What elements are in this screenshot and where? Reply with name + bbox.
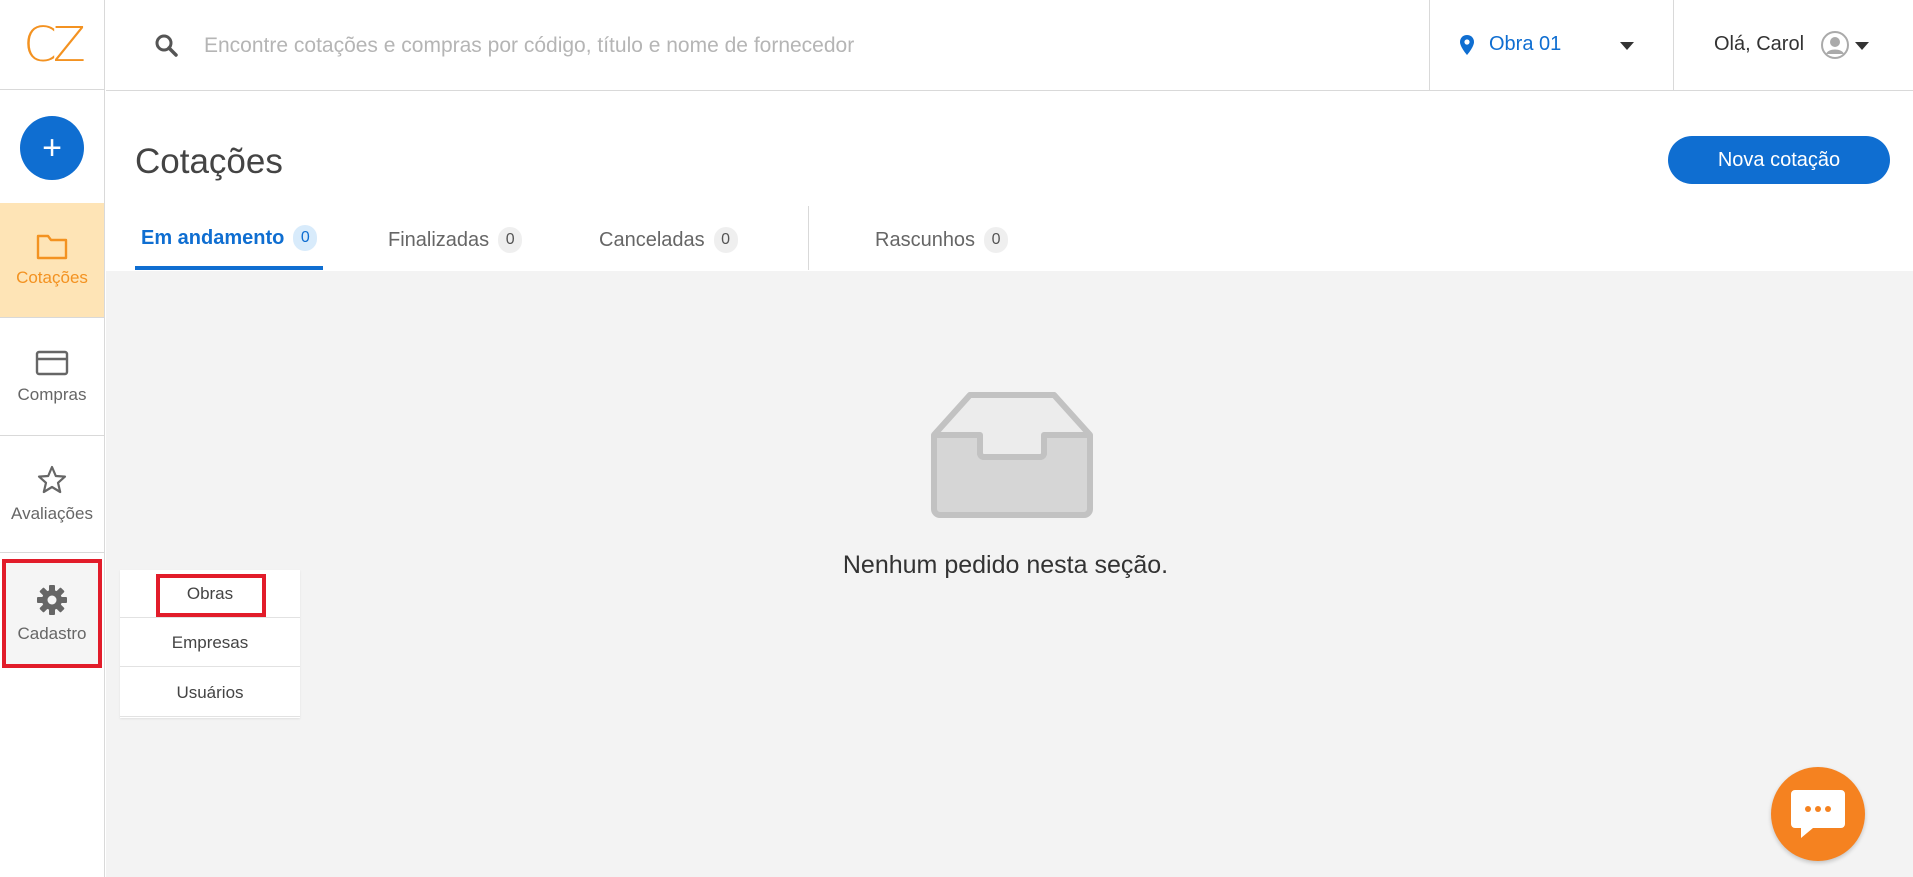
count-badge: 0 bbox=[713, 227, 738, 253]
count-badge: 0 bbox=[984, 227, 1009, 253]
obra-selector[interactable]: Obra 01 bbox=[1429, 0, 1673, 90]
map-pin-icon bbox=[1460, 35, 1474, 55]
search-input[interactable] bbox=[202, 24, 1406, 68]
folder-icon bbox=[36, 234, 68, 260]
sidebar-item-label: Cadastro bbox=[17, 623, 87, 643]
logo-text: CZ bbox=[23, 16, 85, 73]
count-badge: 0 bbox=[498, 227, 523, 253]
search-icon[interactable] bbox=[154, 33, 178, 57]
tab-finalizadas[interactable]: Finalizadas 0 bbox=[388, 210, 523, 270]
divider bbox=[0, 552, 104, 553]
tab-rascunhos[interactable]: Rascunhos 0 bbox=[875, 210, 1009, 270]
sidebar-item-avaliacoes[interactable]: Avaliações bbox=[0, 436, 104, 552]
chat-button[interactable] bbox=[1771, 767, 1865, 861]
tab-label: Em andamento bbox=[141, 226, 285, 249]
tab-divider bbox=[808, 206, 809, 270]
chevron-down-icon bbox=[1855, 42, 1869, 50]
obras-highlight bbox=[156, 574, 266, 617]
add-button[interactable]: + bbox=[20, 116, 84, 180]
submenu-item-label: Empresas bbox=[171, 632, 249, 652]
logo[interactable]: CZ bbox=[0, 0, 105, 90]
star-icon bbox=[37, 465, 67, 494]
chat-bubble-icon bbox=[1791, 790, 1845, 838]
sidebar-item-cadastro[interactable]: Cadastro bbox=[0, 563, 104, 664]
empty-inbox-icon bbox=[931, 392, 1093, 518]
chevron-down-icon bbox=[1620, 42, 1634, 50]
new-quotation-button[interactable]: Nova cotação bbox=[1668, 136, 1890, 184]
sidebar-item-label: Avaliações bbox=[11, 504, 93, 523]
credit-card-icon bbox=[35, 350, 69, 375]
cadastro-submenu: Obras Empresas Usuários bbox=[120, 570, 300, 718]
submenu-item-usuarios[interactable]: Usuários bbox=[120, 669, 300, 717]
tab-canceladas[interactable]: Canceladas 0 bbox=[599, 210, 738, 270]
tab-em-andamento[interactable]: Em andamento 0 bbox=[135, 210, 324, 270]
content-area: Nenhum pedido nesta seção. bbox=[106, 271, 1913, 877]
avatar bbox=[1821, 31, 1849, 59]
obra-label: Obra 01 bbox=[1489, 33, 1562, 55]
submenu-item-empresas[interactable]: Empresas bbox=[120, 619, 300, 667]
page-title: Cotações bbox=[135, 142, 283, 181]
sidebar-item-compras[interactable]: Compras bbox=[0, 318, 104, 435]
tab-label: Finalizadas bbox=[388, 228, 490, 251]
tab-label: Canceladas bbox=[599, 228, 705, 251]
sidebar-item-label: Cotações bbox=[16, 268, 88, 287]
top-header: Obra 01 Olá, Carol bbox=[106, 0, 1913, 91]
user-menu[interactable]: Olá, Carol bbox=[1673, 0, 1913, 90]
sidebar: CZ + Cotações Compras Avaliações Cadastr… bbox=[0, 0, 105, 877]
sidebar-item-cotacoes[interactable]: Cotações bbox=[0, 203, 104, 317]
count-badge: 0 bbox=[293, 225, 318, 251]
empty-state-message: Nenhum pedido nesta seção. bbox=[842, 551, 1169, 579]
gear-icon bbox=[37, 584, 67, 615]
submenu-item-label: Usuários bbox=[176, 682, 244, 702]
sidebar-item-label: Compras bbox=[17, 384, 87, 404]
tab-label: Rascunhos bbox=[875, 228, 976, 251]
user-greeting: Olá, Carol bbox=[1714, 33, 1805, 55]
